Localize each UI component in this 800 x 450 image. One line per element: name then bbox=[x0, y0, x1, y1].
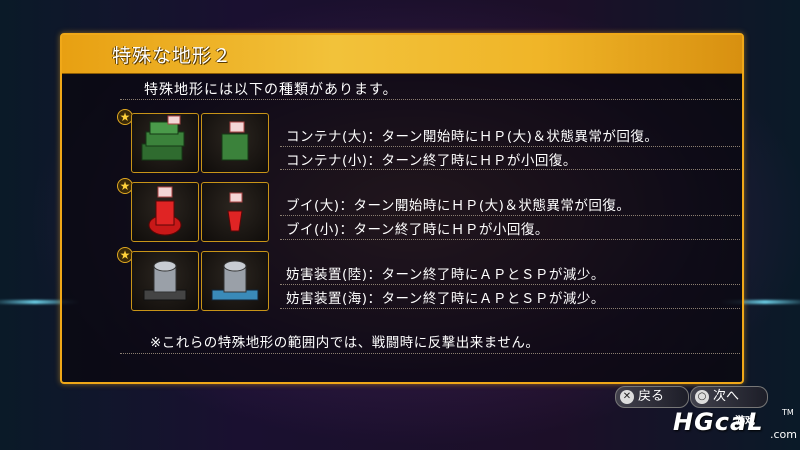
watermark-domain: .com bbox=[770, 428, 797, 441]
buoy-small-icon bbox=[201, 182, 269, 242]
terrain-desc-line: コンテナ(小)：ターン終了時にＨＰが小回復。 bbox=[286, 153, 577, 169]
next-button-label: 次へ bbox=[713, 389, 740, 404]
terrain-desc-line: 妨害装置(海)：ターン終了時にＡＰとＳＰが減少。 bbox=[286, 291, 605, 307]
panel-title: 特殊な地形２ bbox=[112, 45, 233, 67]
divider bbox=[280, 284, 740, 285]
next-button[interactable]: ○ 次へ bbox=[690, 386, 768, 408]
divider bbox=[280, 169, 740, 170]
divider bbox=[120, 353, 740, 354]
terrain-group-buoy: ★ bbox=[117, 178, 272, 244]
watermark-tm: TM bbox=[782, 408, 794, 417]
container-small-icon bbox=[201, 113, 269, 173]
terrain-desc-line: ブイ(小)：ターン終了時にＨＰが小回復。 bbox=[286, 222, 549, 238]
divider bbox=[280, 239, 740, 240]
divider bbox=[280, 308, 740, 309]
back-button-label: 戻る bbox=[638, 389, 665, 404]
info-panel: 特殊な地形２ 特殊地形には以下の種類があります。 ★ コンテナ(大)：ターン開始… bbox=[60, 33, 744, 384]
intro-text: 特殊地形には以下の種類があります。 bbox=[144, 82, 398, 98]
buoy-large-icon bbox=[131, 182, 199, 242]
circle-button-icon: ○ bbox=[695, 389, 709, 404]
divider bbox=[280, 215, 740, 216]
terrain-group-jammer: ★ bbox=[117, 247, 272, 313]
divider bbox=[280, 146, 740, 147]
note-text: ※これらの特殊地形の範囲内では、戦闘時に反撃出来ません。 bbox=[150, 335, 540, 351]
title-bar: 特殊な地形２ bbox=[62, 35, 742, 74]
terrain-desc-line: ブイ(大)：ターン開始時にＨＰ(大)＆状態異常が回復。 bbox=[286, 198, 631, 214]
divider bbox=[120, 99, 740, 100]
terrain-desc-line: 妨害装置(陸)：ターン終了時にＡＰとＳＰが減少。 bbox=[286, 267, 605, 283]
terrain-desc-line: コンテナ(大)：ターン開始時にＨＰ(大)＆状態異常が回復。 bbox=[286, 129, 659, 145]
jammer-land-icon bbox=[131, 251, 199, 311]
cross-button-icon: ✕ bbox=[620, 389, 634, 404]
jammer-sea-icon bbox=[201, 251, 269, 311]
container-large-icon bbox=[131, 113, 199, 173]
terrain-group-container: ★ bbox=[117, 109, 272, 175]
back-button[interactable]: ✕ 戻る bbox=[615, 386, 689, 408]
watermark-sub: 游戏 bbox=[735, 416, 755, 427]
